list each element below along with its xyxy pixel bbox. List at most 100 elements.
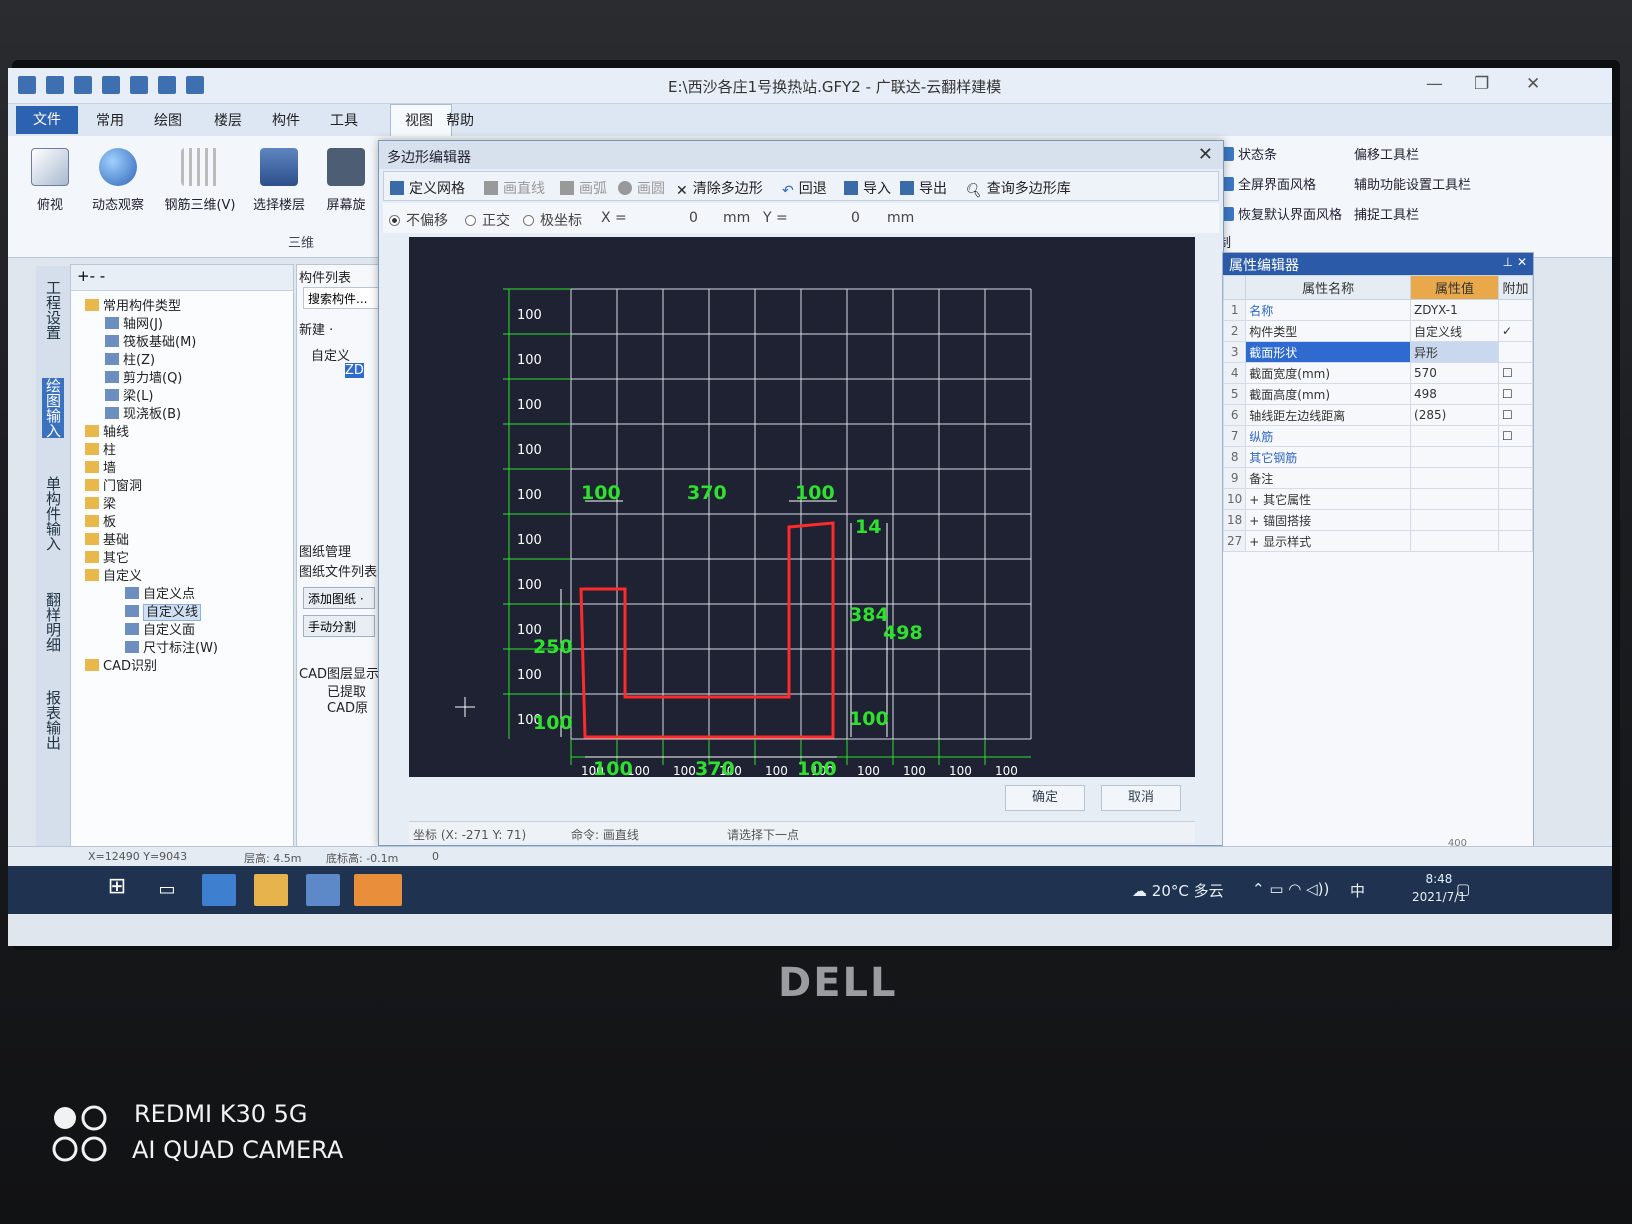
new-component-button[interactable]: 新建 ·	[299, 319, 333, 338]
minimize-icon[interactable]: —	[1426, 74, 1443, 94]
tree-node[interactable]: 柱(Z)	[105, 349, 155, 368]
component-search-input[interactable]: 搜索构件...	[303, 287, 387, 309]
property-value[interactable]	[1410, 509, 1499, 531]
draw-line-button[interactable]: 画直线	[484, 178, 545, 198]
cancel-button[interactable]: 取消	[1101, 785, 1181, 811]
property-extra-checkbox[interactable]	[1498, 488, 1533, 510]
property-value[interactable]: (285)	[1410, 404, 1499, 426]
tray-icons[interactable]: ⌃ ▭ ◠ ◁))	[1252, 880, 1329, 898]
orbit-button[interactable]: 动态观察	[80, 148, 156, 213]
add-drawing-button[interactable]: 添加图纸 ·	[303, 587, 375, 609]
task-view-icon[interactable]: ▭	[150, 874, 184, 906]
tree-node[interactable]: 梁(L)	[105, 385, 153, 404]
top-view-button[interactable]: 俯视	[22, 148, 78, 213]
x-input[interactable]: 0	[689, 210, 698, 226]
restore-icon[interactable]: ❐	[1474, 74, 1489, 94]
draw-arc-button[interactable]: 画弧	[560, 178, 607, 198]
cad-drawing[interactable]: 100 100 100 100 100 100 100 100 100 100 100 100 100 1…	[409, 237, 1195, 777]
property-extra-checkbox[interactable]: ☐	[1498, 404, 1533, 426]
windows-start-icon[interactable]: ⊞	[100, 874, 134, 906]
tree-node[interactable]: 墙	[85, 457, 116, 476]
property-extra-checkbox[interactable]: ✓	[1498, 320, 1533, 342]
polygon-canvas[interactable]: 100 100 100 100 100 100 100 100 100 100 100 100 100 1…	[409, 237, 1195, 777]
pin-icon[interactable]: ⊥ ✕	[1503, 255, 1527, 269]
save-icon[interactable]	[102, 76, 120, 94]
tab-tools[interactable]: 工具	[330, 110, 358, 130]
tab-view[interactable]: 视图	[388, 110, 450, 130]
tree-node[interactable]: 现浇板(B)	[105, 403, 181, 422]
tree-node[interactable]: 轴网(J)	[105, 313, 163, 332]
radio-polar[interactable]: 极坐标	[523, 210, 582, 230]
tree-node[interactable]: 自定义点	[125, 583, 195, 602]
side-tab-detail[interactable]: 翻样明细	[42, 592, 64, 652]
side-tab-project-settings[interactable]: 工程设置	[42, 280, 64, 340]
new-file-icon[interactable]	[46, 76, 64, 94]
property-extra-checkbox[interactable]: ☐	[1498, 383, 1533, 405]
clear-polygon-button[interactable]: ✕ 清除多边形	[676, 178, 763, 199]
property-extra-checkbox[interactable]	[1498, 446, 1533, 468]
tree-node[interactable]: 剪力墙(Q)	[105, 367, 182, 386]
tree-node[interactable]: 板	[85, 511, 116, 530]
property-row[interactable]: 5 截面高度(mm) 498 ☐	[1222, 383, 1533, 405]
close-icon[interactable]: ✕	[1526, 74, 1540, 94]
tree-node[interactable]: 梁	[85, 493, 116, 512]
property-row[interactable]: 8 其它钢筋	[1222, 446, 1533, 468]
tree-node[interactable]: 尺寸标注(W)	[125, 637, 218, 656]
ime-indicator[interactable]: 中	[1350, 880, 1365, 901]
tree-node[interactable]: 轴线	[85, 421, 129, 440]
export-button[interactable]: 导出	[900, 178, 947, 198]
property-row[interactable]: 6 轴线距左边线距离 (285) ☐	[1222, 404, 1533, 426]
draw-circle-button[interactable]: 画圆	[618, 178, 665, 198]
property-extra-checkbox[interactable]: ☐	[1498, 362, 1533, 384]
property-value[interactable]: ZDYX-1	[1410, 299, 1499, 321]
ok-button[interactable]: 确定	[1005, 785, 1085, 811]
snap-toolbar-toggle[interactable]: 捕捉工具栏	[1354, 204, 1419, 223]
file-menu[interactable]: 文件	[16, 106, 78, 134]
manual-split-button[interactable]: 手动分割	[303, 615, 375, 637]
statusbar-toggle[interactable]: 状态条	[1220, 144, 1277, 163]
property-extra-checkbox[interactable]	[1498, 467, 1533, 489]
radio-no-offset[interactable]: 不偏移	[389, 210, 448, 230]
property-row[interactable]: 7 纵筋 ☐	[1222, 425, 1533, 447]
property-value[interactable]	[1410, 530, 1499, 552]
property-row[interactable]: 10 + 其它属性	[1222, 488, 1533, 510]
dialog-close-icon[interactable]: ✕	[1198, 144, 1213, 165]
side-tab-single-component[interactable]: 单构件输入	[42, 476, 64, 551]
cad-origin-layer-checkbox[interactable]: CAD原	[327, 697, 368, 716]
property-extra-checkbox[interactable]: ☐	[1498, 425, 1533, 447]
aux-settings-toolbar-toggle[interactable]: 辅助功能设置工具栏	[1354, 174, 1471, 193]
tree-node[interactable]: 自定义线	[125, 601, 202, 621]
property-value[interactable]: 异形	[1410, 341, 1499, 363]
property-extra-checkbox[interactable]	[1498, 530, 1533, 552]
tab-help[interactable]: 帮助	[446, 110, 474, 130]
fullscreen-style-toggle[interactable]: 全屏界面风格	[1220, 174, 1316, 193]
select-floor-button[interactable]: 选择楼层	[244, 148, 314, 213]
undo-step-button[interactable]: ↶ 回退	[782, 178, 827, 199]
tree-node[interactable]: 筏板基础(M)	[105, 331, 196, 350]
property-value[interactable]	[1410, 425, 1499, 447]
property-row[interactable]: 4 截面宽度(mm) 570 ☐	[1222, 362, 1533, 384]
import-button[interactable]: 导入	[844, 178, 891, 198]
property-value[interactable]: 570	[1410, 362, 1499, 384]
side-tab-report[interactable]: 报表输出	[42, 690, 64, 750]
tree-node[interactable]: 门窗洞	[85, 475, 142, 494]
property-value[interactable]	[1410, 446, 1499, 468]
component-tree-item[interactable]: 自定义	[311, 345, 350, 364]
notification-icon[interactable]: ▢	[1456, 880, 1470, 898]
file-explorer-icon[interactable]	[254, 874, 288, 906]
property-row[interactable]: 9 备注	[1222, 467, 1533, 489]
tree-node[interactable]: 自定义面	[125, 619, 195, 638]
tree-node[interactable]: 柱	[85, 439, 116, 458]
tree-node[interactable]: 自定义	[85, 565, 142, 584]
property-value[interactable]	[1410, 467, 1499, 489]
radio-orthogonal[interactable]: 正交	[465, 210, 510, 230]
property-row[interactable]: 18 + 锚固搭接	[1222, 509, 1533, 531]
property-row[interactable]: 2 构件类型 自定义线 ✓	[1222, 320, 1533, 342]
tree-toolbar[interactable]: +- -	[71, 265, 293, 291]
wechat-icon[interactable]	[354, 874, 402, 906]
tree-node[interactable]: CAD识别	[85, 655, 157, 674]
define-grid-button[interactable]: 定义网格	[390, 178, 465, 198]
app-taskbar-icon-1[interactable]	[202, 874, 236, 906]
tab-floor[interactable]: 楼层	[214, 110, 242, 130]
y-input[interactable]: 0	[851, 210, 860, 226]
